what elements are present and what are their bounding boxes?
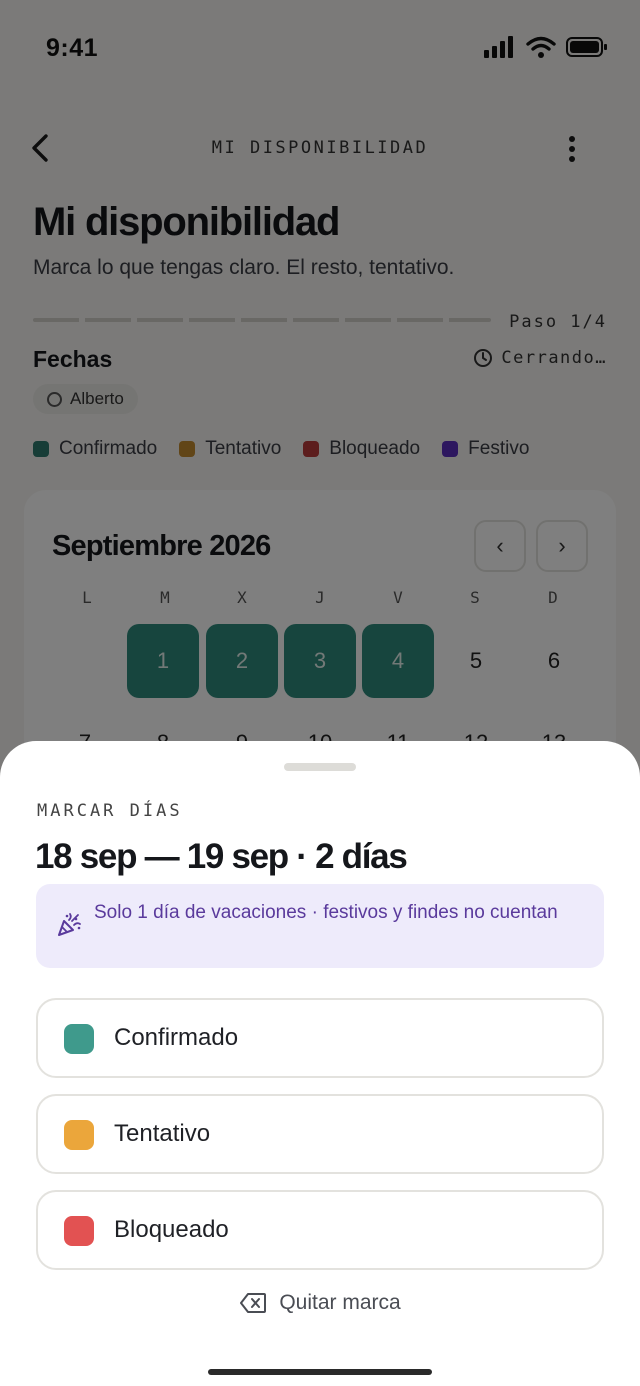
option-label: Tentativo	[114, 1120, 211, 1147]
mark-days-sheet: MARCAR DÍAS 18 sep — 19 sep · 2 días Sol…	[0, 741, 640, 1386]
status-swatch	[64, 1024, 94, 1054]
status-swatch	[64, 1120, 94, 1150]
sheet-title: 18 sep — 19 sep · 2 días	[35, 837, 408, 876]
vacation-info-text: Solo 1 día de vacaciones · festivos y fi…	[94, 902, 558, 923]
party-popper-icon	[58, 913, 81, 936]
sheet-drag-handle[interactable]	[284, 763, 356, 771]
option-label: Confirmado	[114, 1024, 239, 1051]
remove-mark-button[interactable]: Quitar marca	[0, 1291, 640, 1315]
option-bloqueado[interactable]: Bloqueado	[36, 1190, 604, 1270]
option-label: Bloqueado	[114, 1216, 229, 1243]
vacation-info-banner: Solo 1 día de vacaciones · festivos y fi…	[36, 884, 604, 968]
sheet-kicker: MARCAR DÍAS	[37, 801, 183, 821]
option-tentativo[interactable]: Tentativo	[36, 1094, 604, 1174]
option-confirmado[interactable]: Confirmado	[36, 998, 604, 1078]
remove-mark-label: Quitar marca	[279, 1291, 401, 1314]
status-swatch	[64, 1216, 94, 1246]
backspace-icon	[240, 1293, 267, 1313]
home-indicator	[208, 1369, 432, 1375]
